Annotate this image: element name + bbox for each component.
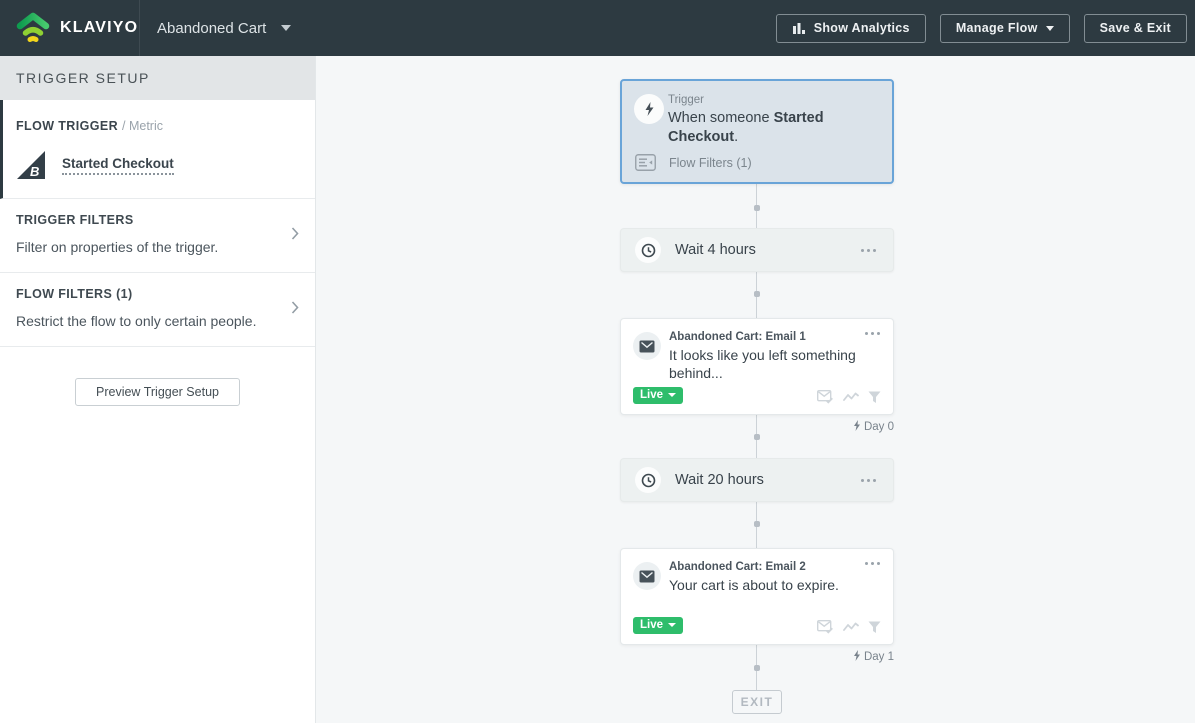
preview-email-icon[interactable] xyxy=(817,620,834,634)
envelope-icon xyxy=(633,332,661,360)
lightning-bolt-icon xyxy=(853,650,861,661)
metric-link[interactable]: Started Checkout xyxy=(62,156,174,175)
save-exit-button[interactable]: Save & Exit xyxy=(1084,14,1187,43)
trigger-card[interactable]: Trigger When someone Started Checkout. F… xyxy=(620,79,894,184)
svg-text:B: B xyxy=(30,164,39,179)
email-subject: Your cart is about to expire. xyxy=(669,576,873,594)
show-analytics-button[interactable]: Show Analytics xyxy=(776,14,926,43)
chevron-down-icon xyxy=(281,25,291,31)
card-menu-button[interactable] xyxy=(862,329,883,338)
flow-name: Abandoned Cart xyxy=(157,20,266,37)
flow-trigger-section: FLOW TRIGGER / Metric B Started Checkout xyxy=(0,100,315,199)
preview-section: Preview Trigger Setup xyxy=(0,347,315,406)
email-title: Abandoned Cart: Email 1 xyxy=(669,331,806,343)
connector-dot xyxy=(754,521,760,527)
email-card-1[interactable]: Abandoned Cart: Email 1 It looks like yo… xyxy=(620,318,894,415)
save-exit-label: Save & Exit xyxy=(1100,21,1171,35)
clock-icon xyxy=(635,237,661,263)
trigger-flow-filters-row[interactable]: Flow Filters (1) xyxy=(635,154,752,171)
brand-wordmark: KLAVIYO xyxy=(60,19,138,37)
chevron-down-icon xyxy=(1046,26,1054,31)
flow-filters-description: Restrict the flow to only certain people… xyxy=(16,313,275,329)
email-subject: It looks like you left something behind.… xyxy=(669,346,873,383)
chevron-down-icon xyxy=(668,393,676,397)
clock-icon xyxy=(635,467,661,493)
status-badge-dropdown[interactable]: Live xyxy=(633,387,683,404)
lightning-bolt-icon xyxy=(853,420,861,431)
email-action-icons xyxy=(817,390,881,404)
chevron-down-icon xyxy=(668,623,676,627)
sidebar-item-trigger-filters[interactable]: TRIGGER FILTERS Filter on properties of … xyxy=(0,199,315,273)
bar-chart-icon xyxy=(792,21,806,35)
envelope-icon xyxy=(633,562,661,590)
connector-dot xyxy=(754,665,760,671)
navbar-actions: Show Analytics Manage Flow Save & Exit xyxy=(776,14,1195,43)
status-label: Live xyxy=(640,389,663,401)
analytics-sparkline-icon[interactable] xyxy=(843,621,859,633)
sidebar-header: TRIGGER SETUP xyxy=(0,56,315,100)
filter-list-icon xyxy=(635,154,656,171)
wait-label: Wait 4 hours xyxy=(675,242,756,258)
flow-filters-title: FLOW FILTERS (1) xyxy=(16,287,275,301)
day-marker: Day 1 xyxy=(620,650,894,663)
exit-node: EXIT xyxy=(732,690,782,714)
trigger-text: When someone Started Checkout. xyxy=(668,109,860,147)
connector-dot xyxy=(754,434,760,440)
bigcommerce-icon: B xyxy=(16,150,46,180)
flow-trigger-type: / Metric xyxy=(122,119,163,133)
connector-dot xyxy=(754,205,760,211)
trigger-flow-filters-label: Flow Filters (1) xyxy=(669,156,752,170)
flow-trigger-label: FLOW TRIGGER xyxy=(16,119,118,133)
sidebar-item-flow-filters[interactable]: FLOW FILTERS (1) Restrict the flow to on… xyxy=(0,273,315,347)
preview-trigger-setup-button[interactable]: Preview Trigger Setup xyxy=(75,378,240,406)
connector-dot xyxy=(754,291,760,297)
top-navbar: KLAVIYO Abandoned Cart Show Analytics Ma… xyxy=(0,0,1195,56)
wait-card-2[interactable]: Wait 20 hours xyxy=(620,458,894,502)
manage-flow-button[interactable]: Manage Flow xyxy=(940,14,1070,43)
email-title: Abandoned Cart: Email 2 xyxy=(669,561,806,573)
show-analytics-label: Show Analytics xyxy=(814,21,910,35)
email-card-2[interactable]: Abandoned Cart: Email 2 Your cart is abo… xyxy=(620,548,894,645)
lightning-bolt-icon xyxy=(634,94,664,124)
card-menu-button[interactable] xyxy=(862,559,883,568)
card-menu-button[interactable] xyxy=(858,476,879,485)
wait-card-1[interactable]: Wait 4 hours xyxy=(620,228,894,272)
chevron-right-icon xyxy=(291,300,299,319)
analytics-sparkline-icon[interactable] xyxy=(843,391,859,403)
flow-name-dropdown[interactable]: Abandoned Cart xyxy=(157,20,291,37)
manage-flow-label: Manage Flow xyxy=(956,21,1038,35)
status-label: Live xyxy=(640,619,663,631)
filter-funnel-icon[interactable] xyxy=(868,621,881,634)
klaviyo-mark-icon xyxy=(15,11,51,45)
filter-funnel-icon[interactable] xyxy=(868,391,881,404)
flow-canvas: Trigger When someone Started Checkout. F… xyxy=(316,56,1195,723)
trigger-filters-description: Filter on properties of the trigger. xyxy=(16,239,275,255)
wait-label: Wait 20 hours xyxy=(675,472,764,488)
trigger-setup-sidebar: TRIGGER SETUP FLOW TRIGGER / Metric B Sta… xyxy=(0,56,316,723)
card-menu-button[interactable] xyxy=(858,246,879,255)
preview-email-icon[interactable] xyxy=(817,390,834,404)
email-action-icons xyxy=(817,620,881,634)
klaviyo-logo[interactable]: KLAVIYO xyxy=(0,0,140,56)
trigger-filters-title: TRIGGER FILTERS xyxy=(16,213,275,227)
day-marker: Day 0 xyxy=(620,420,894,433)
trigger-kicker: Trigger xyxy=(668,94,704,106)
status-badge-dropdown[interactable]: Live xyxy=(633,617,683,634)
chevron-right-icon xyxy=(291,226,299,245)
